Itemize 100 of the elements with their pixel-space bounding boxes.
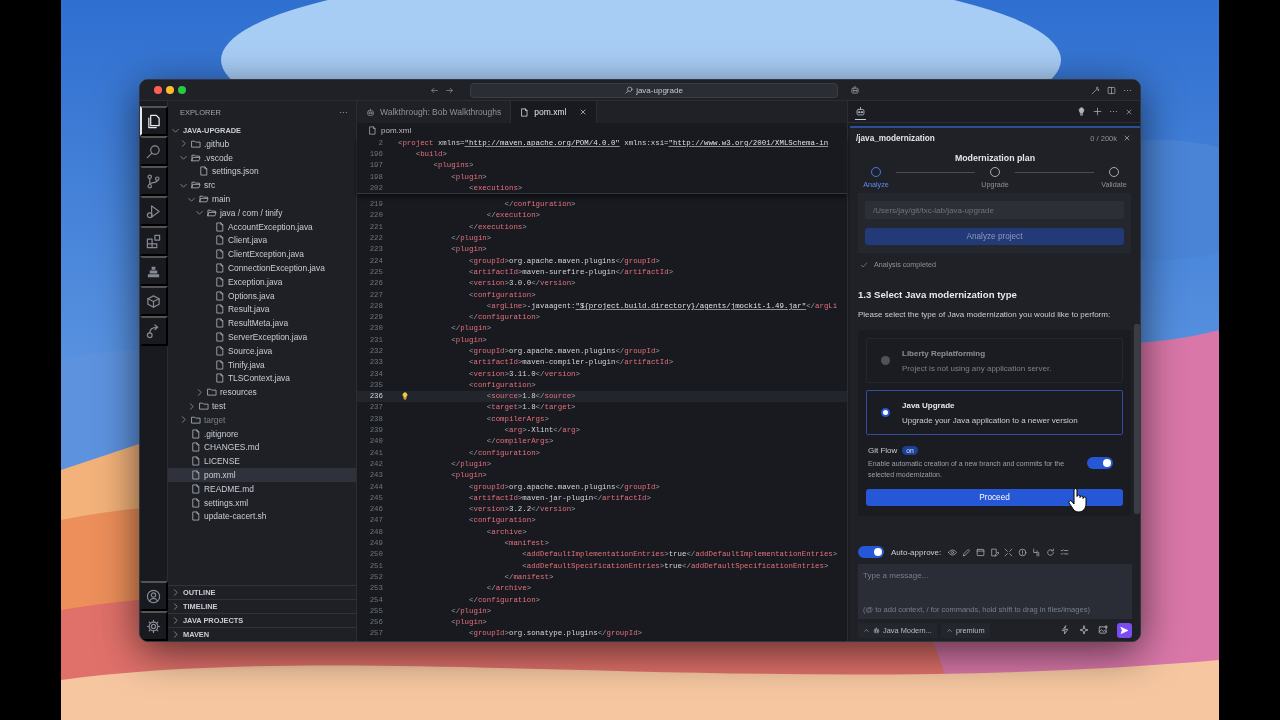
tree-item[interactable]: ServerException.java [168, 330, 356, 344]
file-icon [215, 359, 225, 370]
option-description: Project is not using any application server. [902, 363, 1052, 373]
file-icon [215, 345, 225, 356]
refresh-icon[interactable] [1046, 547, 1056, 557]
robot-icon[interactable] [855, 106, 866, 117]
tree-item[interactable]: test [168, 399, 356, 413]
file-icon [215, 276, 225, 287]
file-icon [191, 442, 201, 453]
tree-item[interactable]: target [168, 412, 356, 427]
minimize-button[interactable] [166, 86, 174, 94]
breadcrumb[interactable]: pom.xml [381, 125, 412, 135]
tree-item[interactable]: TLSContext.java [168, 371, 356, 386]
tree-item[interactable]: ResultMeta.java [168, 316, 356, 331]
toggle-switch[interactable] [858, 546, 884, 558]
lightning-icon[interactable] [1060, 625, 1070, 635]
editor-tab[interactable]: pom.xml [511, 101, 598, 123]
toggle-switch[interactable] [1087, 457, 1113, 469]
file-edit-icon[interactable] [990, 547, 1000, 557]
robot-icon [873, 626, 880, 634]
send-button[interactable] [1117, 622, 1132, 638]
file-icon [215, 249, 225, 260]
window-icon[interactable] [976, 547, 986, 557]
robot-icon [366, 107, 375, 117]
tree-item[interactable]: Exception.java [168, 274, 356, 289]
tree-item[interactable]: LICENSE [168, 454, 356, 469]
tree-item[interactable]: README.md [168, 481, 356, 496]
tree-item[interactable]: Client.java [168, 233, 356, 248]
tree-icon[interactable] [1032, 547, 1042, 557]
tree-item[interactable]: Source.java [168, 343, 356, 358]
tree-item[interactable]: ConnectionException.java [168, 261, 356, 275]
plan-title: Modernization plan [953, 152, 1037, 165]
search-text: java-upgrade [636, 85, 683, 95]
tree-item[interactable]: settings.json [168, 164, 356, 179]
scrollbar[interactable] [1134, 324, 1140, 514]
lightbulb-icon[interactable] [401, 392, 409, 401]
folder-icon [199, 401, 209, 412]
tree-item[interactable]: .github [168, 137, 356, 151]
file-icon [368, 125, 377, 135]
tree-item[interactable]: resources [168, 385, 356, 400]
tree-item[interactable]: CHANGES.md [168, 440, 356, 455]
folder-icon [191, 180, 201, 191]
close-button[interactable] [154, 86, 162, 94]
auto-approve-label: Auto-approve: [891, 547, 942, 557]
sparkle-icon[interactable] [1079, 625, 1089, 635]
tree-item[interactable]: update-cacert.sh [168, 509, 356, 524]
folder-icon [199, 194, 209, 205]
send-icon [1120, 625, 1129, 635]
file-icon [191, 483, 201, 494]
command-name: /java_modernization [856, 133, 936, 143]
image-icon[interactable] [1098, 625, 1108, 635]
lightbulb-icon[interactable] [1077, 107, 1086, 116]
caret-icon [945, 626, 953, 634]
file-icon [191, 470, 201, 480]
folder-icon [191, 152, 201, 163]
tree-item[interactable]: ClientException.java [168, 247, 356, 262]
eye-icon[interactable] [948, 547, 958, 557]
magic-wand-icon[interactable] [1091, 85, 1100, 95]
file-icon [191, 456, 201, 467]
proceed-button[interactable]: Proceed [866, 489, 1123, 506]
close-icon[interactable] [1123, 134, 1131, 142]
message-input[interactable]: Type a message... [863, 569, 1128, 581]
checklist-icon[interactable] [1060, 547, 1070, 557]
plus-icon[interactable] [1093, 107, 1102, 116]
tree-item[interactable]: Result.java [168, 302, 356, 317]
file-icon [215, 373, 225, 384]
tree-item[interactable]: .gitignore [168, 426, 356, 441]
robot-icon[interactable] [850, 85, 860, 95]
tree-item[interactable]: .vscode [168, 150, 356, 165]
option-title: Liberty Replatforming [902, 348, 987, 358]
tree-item[interactable]: main [168, 192, 356, 206]
option-title: Java Upgrade [902, 400, 956, 410]
expand-icon[interactable] [1004, 547, 1014, 557]
forward-arrow-icon[interactable] [445, 85, 454, 95]
tree-item[interactable]: Options.java [168, 288, 356, 303]
layout-icon[interactable] [1107, 85, 1116, 95]
tree-item[interactable]: src [168, 178, 356, 193]
file-icon [199, 166, 209, 177]
search-field[interactable]: java-upgrade [470, 82, 838, 98]
pencil-icon[interactable] [962, 547, 972, 557]
folder-icon [207, 207, 217, 218]
files-icon[interactable] [140, 106, 168, 136]
option-description: Upgrade your Java application to a newer version [902, 415, 1078, 425]
close-icon[interactable] [1125, 107, 1133, 116]
file-icon [215, 318, 225, 329]
close-icon[interactable] [579, 108, 588, 116]
info-icon[interactable] [1018, 547, 1028, 557]
file-icon [215, 332, 225, 343]
tree-item[interactable]: Tinify.java [168, 357, 356, 372]
section-title: 1.3 Select Java modernization type [858, 289, 1018, 300]
tree-item[interactable]: AccountException.java [168, 219, 356, 234]
tree-item[interactable]: pom.xml [168, 468, 356, 482]
option-card[interactable]: Java Upgrade Upgrade your Java application to a newer version [866, 390, 1123, 435]
tree-item[interactable]: settings.xml [168, 495, 356, 510]
back-arrow-icon[interactable] [430, 85, 439, 95]
zoom-button[interactable] [178, 86, 186, 94]
tree-item[interactable]: java / com / tinify [168, 206, 356, 220]
radio-button[interactable] [881, 408, 890, 417]
file-icon [215, 290, 225, 301]
folder-icon [191, 138, 201, 149]
